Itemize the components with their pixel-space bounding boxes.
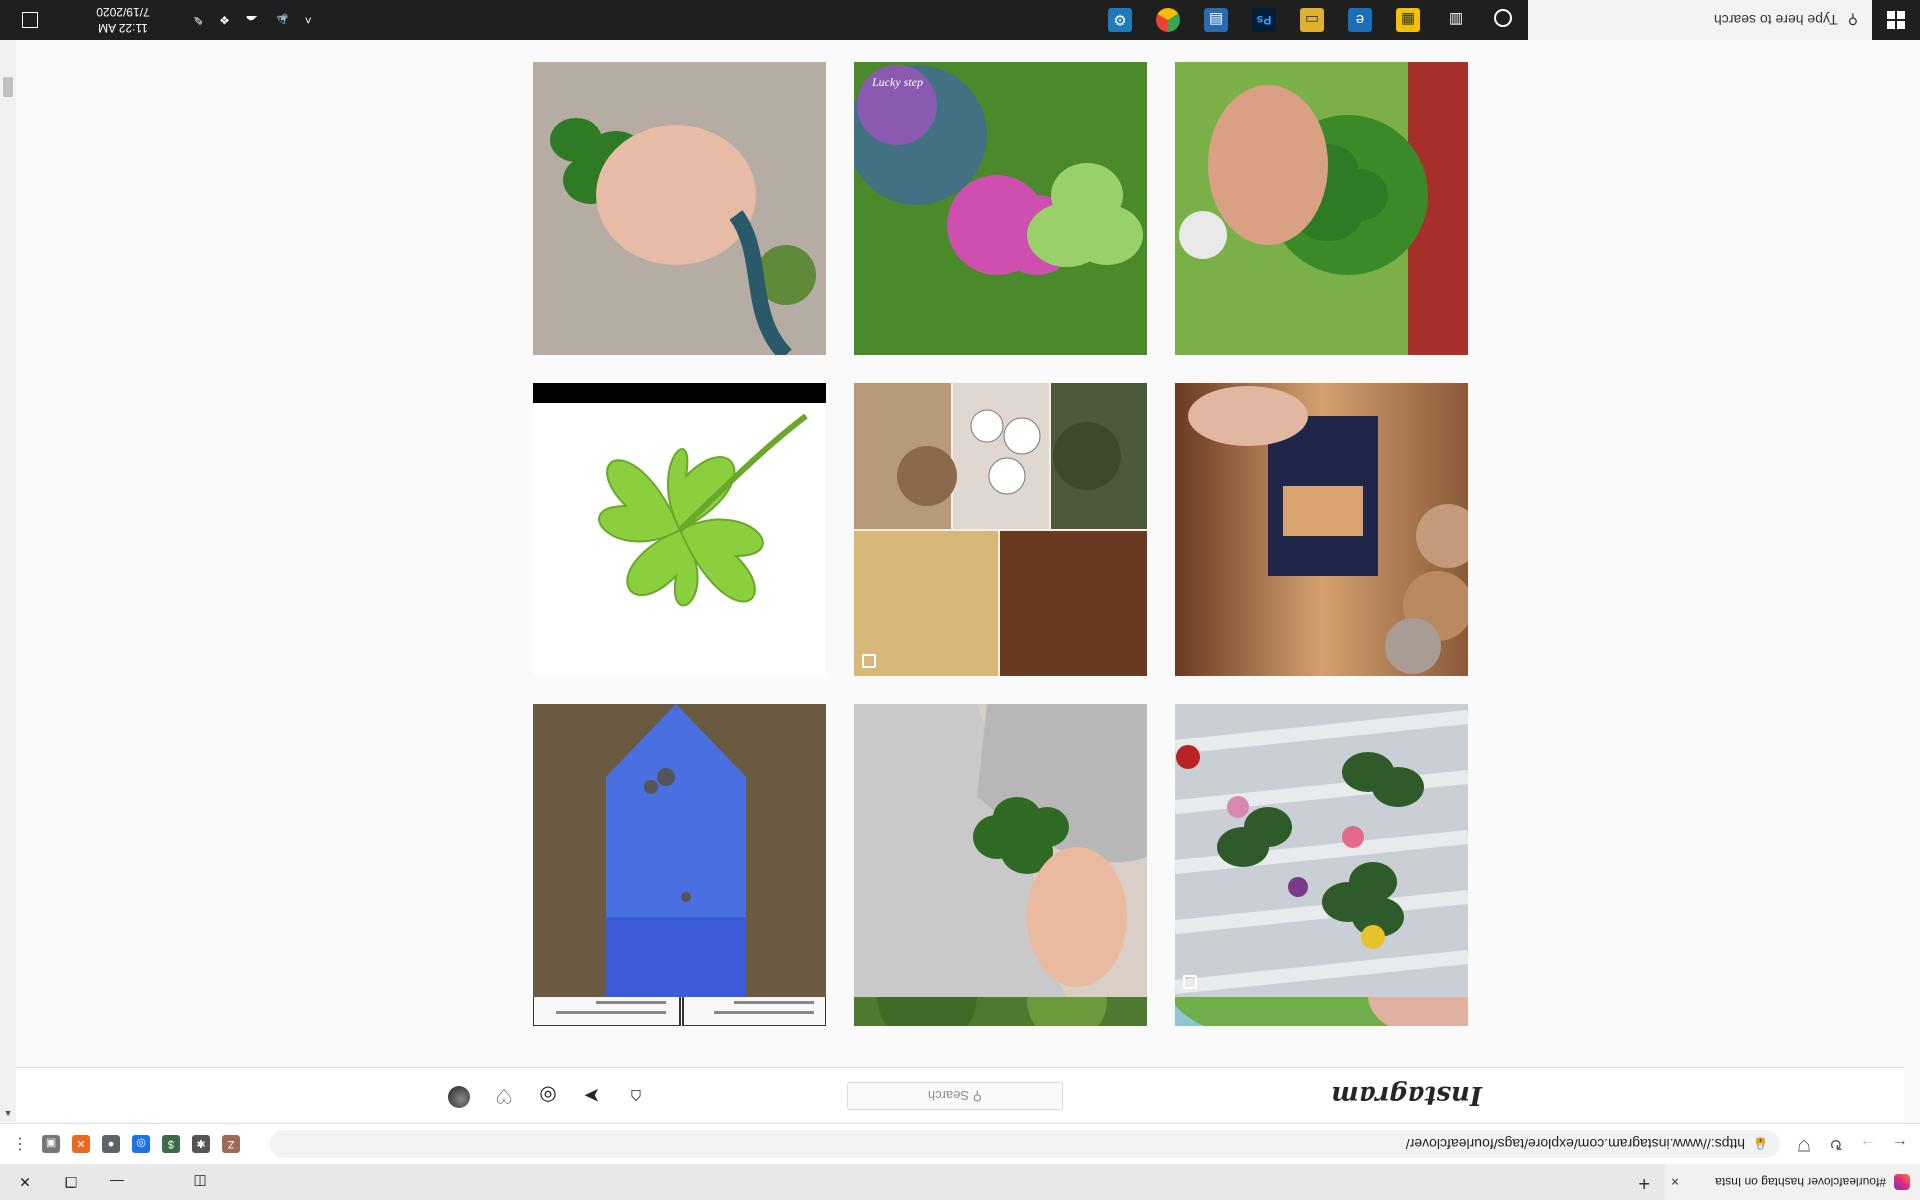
windows-taskbar: ⚲ Type here to search ▥ ▦ e ▭ Ps ▤ ⚙ ˄ 🔈… — [0, 0, 1920, 40]
start-button[interactable] — [1872, 0, 1920, 40]
extension-ext-blue-icon[interactable]: ◎ — [132, 1135, 150, 1153]
extension-ext-grey-icon[interactable]: ● — [102, 1135, 120, 1153]
taskbar-search-input[interactable]: ⚲ Type here to search — [1528, 0, 1872, 40]
scroll-up-icon[interactable]: ▲ — [0, 1106, 16, 1122]
post-tile[interactable] — [533, 383, 826, 676]
volume-icon[interactable]: 🔈 — [274, 13, 289, 27]
close-window-button[interactable]: ✕ — [2, 1164, 48, 1200]
windows-logo-icon — [1887, 11, 1905, 29]
edge-icon[interactable]: e — [1348, 8, 1372, 32]
cloud-icon[interactable]: ☁ — [246, 13, 258, 27]
file-explorer-icon[interactable]: ▭ — [1300, 8, 1324, 32]
post-tile[interactable] — [854, 704, 1147, 997]
snap-layout-icon[interactable]: ◫ — [180, 1164, 220, 1200]
post-tile[interactable] — [1175, 383, 1468, 676]
clock-date: 7/19/2020 — [96, 5, 150, 19]
tray-chevron-icon[interactable]: ˄ — [305, 13, 312, 27]
carousel-icon — [862, 654, 876, 668]
photos-icon[interactable]: ▤ — [1204, 8, 1228, 32]
instagram-search-input[interactable]: ⚲ Search — [847, 1082, 1063, 1110]
address-bar[interactable]: 🔒 https://www.instagram.com/explore/tags… — [270, 1130, 1780, 1158]
lock-icon: 🔒 — [1753, 1137, 1768, 1151]
clock-time: 11:22 AM — [98, 21, 148, 35]
instagram-header: Instagram ⚲ Search ⌂ ➤ ◎ ♡ — [0, 1067, 1904, 1122]
home-icon[interactable]: ⌂ — [624, 1084, 648, 1108]
post-tile[interactable] — [1175, 704, 1468, 997]
scroll-thumb[interactable] — [3, 77, 13, 97]
system-tray: ˄ 🔈 ☁ ❖ ✎ — [185, 0, 320, 40]
photoshop-icon[interactable]: Ps — [1252, 8, 1276, 32]
post-tile[interactable]: Lucky step — [854, 62, 1147, 355]
chrome-icon[interactable] — [1156, 8, 1180, 32]
search-icon: ⚲ — [1847, 12, 1858, 29]
extension-money-icon[interactable]: $ — [162, 1135, 180, 1153]
browser-tab[interactable]: #fourleafclover hashtag on Insta × — [1665, 1164, 1920, 1200]
extension-ext-square-icon[interactable]: ▣ — [42, 1135, 60, 1153]
minimize-button[interactable]: — — [94, 1164, 140, 1200]
instagram-favicon-icon — [1894, 1174, 1910, 1190]
tab-close-icon[interactable]: × — [1665, 1174, 1685, 1190]
direct-icon[interactable]: ➤ — [580, 1084, 604, 1108]
screen: #fourleafclover hashtag on Insta × + — ❐… — [0, 0, 1920, 1200]
search-placeholder: Search — [927, 1088, 970, 1104]
taskbar-search-placeholder: Type here to search — [1713, 12, 1838, 28]
activity-heart-icon[interactable]: ♡ — [492, 1084, 516, 1108]
extension-ext-orange-icon[interactable]: ✕ — [72, 1135, 90, 1153]
taskbar-clock[interactable]: 11:22 AM 7/19/2020 — [88, 4, 158, 36]
tab-strip: #fourleafclover hashtag on Insta × + — ❐… — [0, 1164, 1920, 1200]
post-tile[interactable] — [1175, 62, 1468, 355]
post-tile[interactable] — [533, 62, 826, 355]
dropbox-icon[interactable]: ❖ — [219, 13, 230, 27]
reload-icon[interactable]: ↻ — [1824, 1132, 1848, 1156]
menu-kebab-icon[interactable]: ⋮ — [8, 1132, 32, 1156]
post-tile[interactable] — [854, 383, 1147, 676]
extension-puzzle-icon[interactable]: ✱ — [192, 1135, 210, 1153]
svg-text:Lucky step: Lucky step — [871, 75, 923, 89]
page-scrollbar[interactable]: ▲ ▼ — [0, 0, 16, 1122]
back-icon[interactable]: ← — [1888, 1132, 1912, 1156]
forward-icon[interactable]: → — [1856, 1132, 1880, 1156]
restore-button[interactable]: ❐ — [48, 1164, 94, 1200]
search-icon: ⚲ — [969, 1089, 983, 1104]
carousel-icon — [1183, 975, 1197, 989]
post-tile[interactable] — [533, 704, 826, 997]
settings-app-icon[interactable]: ⚙ — [1108, 8, 1132, 32]
microsoft-store-icon[interactable]: ▦ — [1396, 8, 1420, 32]
avatar[interactable] — [448, 1086, 470, 1108]
shield-icon[interactable]: ⛉ — [1792, 1132, 1816, 1156]
url-text: https://www.instagram.com/explore/tags/f… — [1405, 1136, 1746, 1152]
cortana-icon[interactable] — [1494, 9, 1512, 27]
task-view-icon[interactable]: ▥ — [1444, 8, 1468, 32]
explore-icon[interactable]: ◎ — [536, 1084, 560, 1108]
tab-title: #fourleafclover hashtag on Insta — [1715, 1175, 1886, 1189]
pen-icon[interactable]: ✎ — [193, 13, 203, 27]
notification-icon[interactable] — [22, 12, 38, 28]
extension-profile-icon[interactable]: Z — [222, 1135, 240, 1153]
instagram-logo[interactable]: Instagram — [1331, 1080, 1482, 1110]
browser-toolbar: ← → ↻ ⛉ 🔒 https://www.instagram.com/expl… — [0, 1123, 1920, 1164]
new-tab-button[interactable]: + — [1638, 1171, 1650, 1194]
